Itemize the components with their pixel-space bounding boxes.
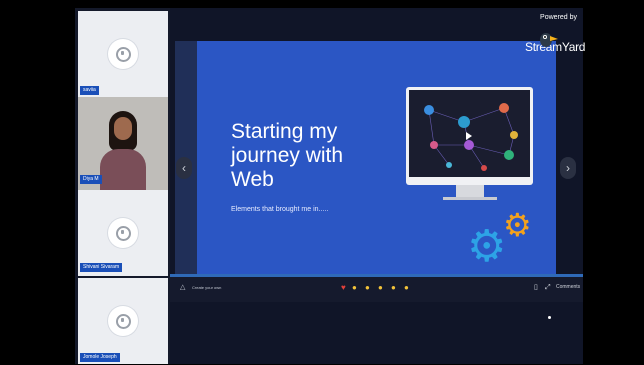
user-placeholder-icon — [108, 306, 138, 336]
document-icon[interactable]: ▯ — [534, 284, 538, 292]
participant-name: Jomole Joseph — [80, 353, 120, 362]
participant-name: Shivani Sivaram — [80, 263, 123, 272]
letterbox-left — [12, 8, 75, 364]
monitor-screen — [409, 90, 530, 177]
mouse-cursor — [548, 316, 551, 319]
letterbox-right — [583, 8, 640, 364]
participant-tile: Shivani Sivaram — [78, 190, 168, 276]
monitor-base — [443, 197, 497, 200]
sad-reaction-icon[interactable]: ● — [404, 284, 409, 292]
expand-icon[interactable]: ⤢ — [545, 284, 551, 292]
next-slide-button[interactable]: › — [560, 157, 576, 179]
clap-reaction-icon[interactable]: ● — [365, 284, 370, 292]
gear-icon: ⚙ — [467, 222, 507, 271]
bottom-toolbar: △ Create your own — [170, 277, 583, 302]
create-icon[interactable]: △ — [180, 283, 185, 291]
participant-tile: saviia — [78, 11, 168, 97]
thumbs-up-reaction-icon[interactable]: ● — [352, 284, 357, 292]
participant-tile: Jomole Joseph — [78, 278, 168, 364]
user-placeholder-icon — [108, 39, 138, 69]
comments-button[interactable]: Comments — [556, 284, 580, 290]
slide-subtitle: Elements that brought me in..... — [231, 206, 329, 213]
laughing-reaction-icon[interactable]: ● — [378, 284, 383, 292]
heart-reaction-icon[interactable]: ♥ — [341, 284, 346, 292]
streamyard-bird-icon — [540, 33, 558, 47]
create-link[interactable]: Create your own — [192, 285, 221, 290]
participant-video: Diya M — [78, 97, 168, 190]
participant-camera-image — [100, 111, 146, 190]
participant-name: Diya M — [80, 175, 102, 184]
participant-name: saviia — [80, 86, 99, 95]
slide-title: Starting my journey with Web — [231, 120, 344, 191]
powered-by-text: Powered by — [540, 14, 577, 21]
gear-icon: ⚙ — [503, 207, 532, 243]
previous-slide-button[interactable]: ‹ — [176, 157, 192, 179]
user-placeholder-icon — [108, 218, 138, 248]
surprised-reaction-icon[interactable]: ● — [391, 284, 396, 292]
